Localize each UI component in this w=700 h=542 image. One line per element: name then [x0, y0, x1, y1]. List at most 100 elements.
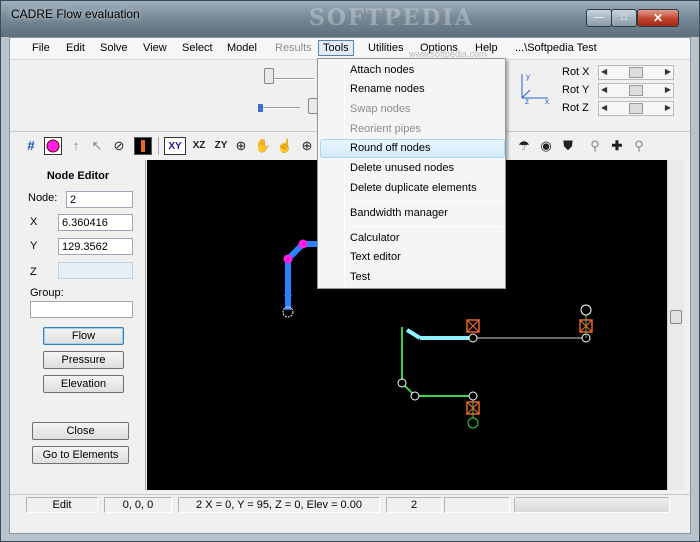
node-outline[interactable]	[580, 304, 592, 316]
menu-calculator[interactable]: Calculator	[320, 229, 505, 248]
menu-delete-duplicate-elements[interactable]: Delete duplicate elements	[320, 179, 505, 198]
y-field[interactable]	[58, 238, 133, 255]
x-field[interactable]	[58, 214, 133, 231]
menu-swap-nodes[interactable]: Swap nodes	[320, 100, 505, 119]
menu-results[interactable]: Results	[275, 42, 312, 54]
menu-reorient-pipes[interactable]: Reorient pipes	[320, 120, 505, 139]
axis-z-label: z	[525, 97, 529, 104]
bar-icon[interactable]	[134, 137, 152, 155]
menu-round-off-nodes[interactable]: Round off nodes	[320, 139, 505, 158]
menu-file[interactable]: File	[32, 42, 50, 54]
rot-y-label: Rot Y	[562, 84, 590, 96]
menu-select[interactable]: Select	[182, 42, 213, 54]
close-button[interactable]: ✕	[637, 9, 679, 27]
menu-attach-nodes[interactable]: Attach nodes	[320, 61, 505, 80]
crosshair-2-icon[interactable]: ⊕	[298, 137, 316, 155]
crosshair-icon[interactable]: ⊕	[232, 137, 250, 155]
eye-icon[interactable]: ◉	[537, 137, 555, 155]
status-info: 2 X = 0, Y = 95, Z = 0, Elev = 0.00	[178, 497, 380, 513]
rot-x-right-icon[interactable]: ▶	[665, 67, 671, 76]
node-field[interactable]	[66, 191, 133, 208]
rot-z-right-icon[interactable]: ▶	[665, 103, 671, 112]
scale-track[interactable]	[258, 107, 300, 109]
close-panel-button[interactable]: Close	[32, 422, 129, 440]
menu-utilities[interactable]: Utilities	[368, 42, 403, 54]
hand-icon[interactable]: ✋	[254, 137, 272, 155]
menu-view[interactable]: View	[143, 42, 167, 54]
rot-x-left-icon[interactable]: ◀	[601, 67, 607, 76]
rot-x-control: Rot X ◀ ▶	[562, 65, 686, 81]
grid-icon[interactable]: #	[22, 137, 40, 155]
maximize-button[interactable]: □	[611, 9, 637, 27]
rot-y-left-icon[interactable]: ◀	[601, 85, 607, 94]
node-magenta[interactable]	[283, 254, 293, 264]
minimize-button[interactable]: —	[586, 9, 612, 27]
menu-bandwidth-manager[interactable]: Bandwidth manager	[320, 204, 505, 223]
arrow-up-icon[interactable]: ↑	[67, 137, 85, 155]
rot-y-control: Rot Y ◀ ▶	[562, 83, 686, 99]
menu-bar: File Edit Solve View Select Model Result…	[10, 38, 690, 60]
menu-project-path[interactable]: ...\Softpedia Test	[515, 42, 597, 54]
sunrise-icon[interactable]: ☂	[515, 137, 533, 155]
flow-button[interactable]: Flow	[43, 327, 124, 345]
node-outline[interactable]	[468, 333, 478, 343]
y-label: Y	[30, 240, 38, 252]
window-title: CADRE Flow evaluation	[11, 7, 140, 21]
group-label: Group:	[30, 287, 64, 299]
node-outline[interactable]	[397, 378, 407, 388]
rot-x-slider[interactable]: ◀ ▶	[598, 65, 674, 80]
node-label: Node:	[28, 192, 58, 204]
rot-y-right-icon[interactable]: ▶	[665, 85, 671, 94]
node-outline[interactable]	[468, 391, 478, 401]
node-outline[interactable]	[467, 417, 479, 429]
rot-z-left-icon[interactable]: ◀	[601, 103, 607, 112]
rot-z-thumb[interactable]	[629, 103, 643, 114]
rot-z-slider[interactable]: ◀ ▶	[598, 101, 674, 116]
menu-test[interactable]: Test	[320, 268, 505, 287]
menu-edit[interactable]: Edit	[66, 42, 85, 54]
hand-pointer-icon[interactable]: ☝	[276, 137, 294, 155]
view-zy-button[interactable]: ZY	[210, 137, 232, 155]
axes-indicator-icon: y z x	[521, 72, 549, 104]
rot-y-slider[interactable]: ◀ ▶	[598, 83, 674, 98]
rot-x-thumb[interactable]	[629, 67, 643, 78]
tools-dropdown-menu: Attach nodes Rename nodes Swap nodes Reo…	[317, 58, 506, 289]
zoom-slider-thumb[interactable]	[264, 68, 274, 84]
status-progress	[514, 497, 670, 513]
menu-delete-unused-nodes[interactable]: Delete unused nodes	[320, 159, 505, 178]
go-to-elements-button[interactable]: Go to Elements	[32, 446, 129, 464]
view-xy-button[interactable]: XY	[164, 137, 186, 155]
vertical-scrollbar[interactable]	[667, 160, 684, 490]
pointer-icon[interactable]: ↖	[88, 137, 106, 155]
node-outline[interactable]	[410, 391, 420, 401]
zoom-out-icon[interactable]: ⚲	[586, 137, 604, 155]
rot-z-control: Rot Z ◀ ▶	[562, 101, 686, 117]
zoom-in-icon[interactable]: ⚲	[630, 137, 648, 155]
rot-y-thumb[interactable]	[629, 85, 643, 96]
no-entry-icon[interactable]: ⊘	[110, 137, 128, 155]
rot-x-label: Rot X	[562, 66, 590, 78]
cyan-pipe[interactable]	[405, 328, 422, 340]
pressure-button[interactable]: Pressure	[43, 351, 124, 369]
menu-model[interactable]: Model	[227, 42, 257, 54]
app-window: CADRE Flow evaluation SOFTPEDIA — □ ✕ Fi…	[0, 0, 700, 542]
menu-solve[interactable]: Solve	[100, 42, 128, 54]
tap-icon[interactable]: ⛊	[559, 137, 577, 155]
menu-tools[interactable]: Tools	[318, 40, 354, 56]
title-bar[interactable]: CADRE Flow evaluation SOFTPEDIA — □ ✕	[1, 1, 699, 37]
x-label: X	[30, 216, 38, 228]
status-count: 2	[386, 497, 442, 513]
watermark-logo: SOFTPEDIA	[309, 5, 474, 31]
elevation-button[interactable]: Elevation	[43, 375, 124, 393]
group-field[interactable]	[30, 301, 133, 318]
node-editor-title: Node Editor	[46, 170, 110, 182]
node-magenta[interactable]	[298, 239, 308, 249]
record-icon[interactable]	[44, 137, 62, 155]
view-xz-button[interactable]: XZ	[188, 137, 210, 155]
menu-rename-nodes[interactable]: Rename nodes	[320, 80, 505, 99]
plus-icon[interactable]: ✚	[608, 137, 626, 155]
blue-pipe[interactable]	[285, 241, 306, 310]
scrollbar-thumb[interactable]	[670, 310, 682, 324]
menu-text-editor[interactable]: Text editor	[320, 248, 505, 267]
z-field[interactable]	[58, 262, 133, 279]
